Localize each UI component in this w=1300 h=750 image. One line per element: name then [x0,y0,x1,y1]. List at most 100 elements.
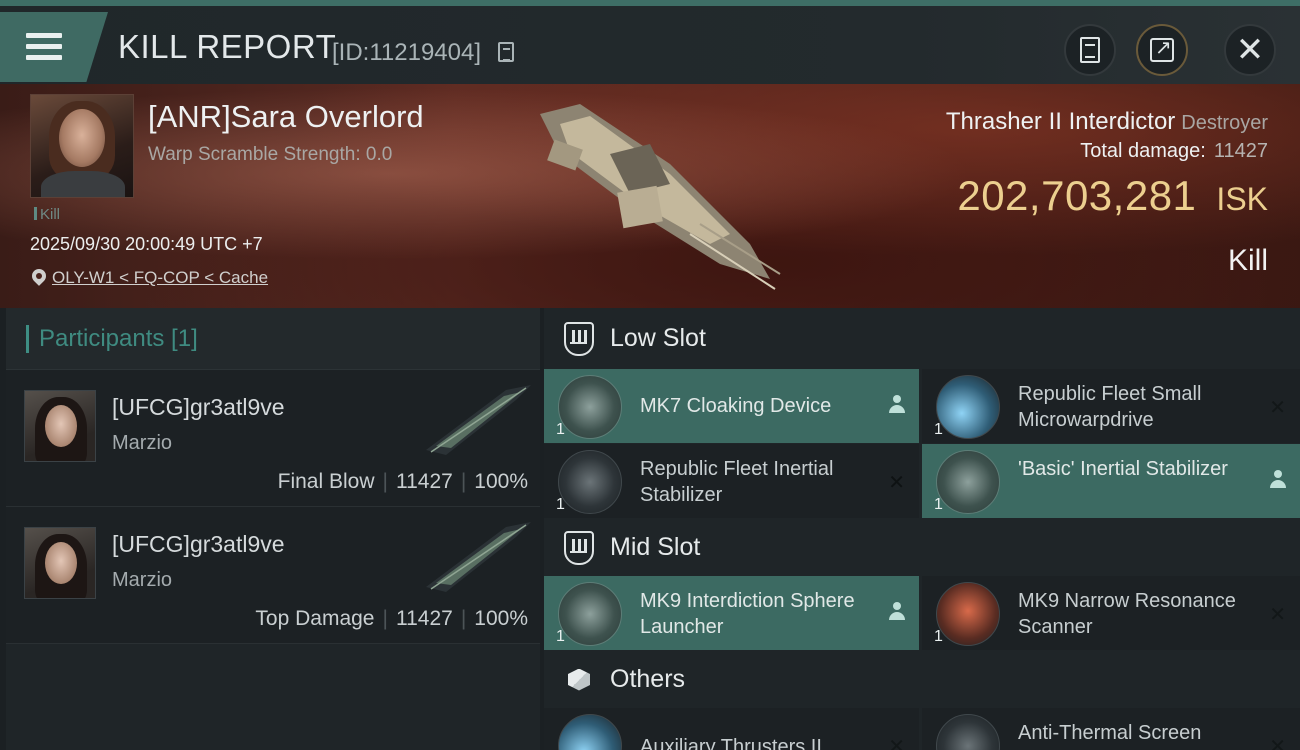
auxiliary-thrusters-icon [558,714,622,750]
participant-avatar[interactable] [24,390,96,462]
close-icon: ✕ [1235,31,1265,69]
module-quantity: 1 [934,421,943,438]
participant-damage: 11427 [395,607,453,630]
participants-header: Participants [1] [6,308,540,370]
cube-icon [564,665,594,695]
module-name: Auxiliary Thrusters II [640,736,822,750]
total-damage-value: 11427 [1213,140,1268,162]
warp-scramble-strength: Warp Scramble Strength: 0.0 [148,144,393,165]
clipboard-icon [1080,37,1100,63]
module-name: MK7 Cloaking Device [640,395,832,417]
destroyed-status: ✕ [888,734,905,750]
dropped-status [889,395,905,415]
share-icon [1150,35,1174,62]
module-item[interactable]: 1 'Basic' Inertial Stabilizer [922,444,1300,518]
participant-avatar[interactable] [24,527,96,599]
participant-card[interactable]: [UFCG]gr3atl9ve Marzio Final Blow | 11427 |… [6,370,540,507]
location-link[interactable]: OLY-W1 < FQ-COP < Cache [52,268,268,288]
report-id: [ID:11219404] [332,39,482,66]
others-title: Others [610,665,686,693]
participant-percent: 100% [474,607,528,630]
participant-card[interactable]: [UFCG]gr3atl9ve Marzio Top Damage | 11427 |… [6,507,540,644]
low-slot-header: Low Slot [544,308,1300,369]
clipboard-button[interactable] [1064,24,1116,76]
module-name: MK9 Interdiction Sphere Launcher [640,590,855,638]
victim-name[interactable]: [ANR]Sara Overlord [148,99,424,135]
module-name: Republic Fleet Inertial Stabilizer [640,458,834,506]
module-name: Republic Fleet Small Microwarpdrive [1018,383,1202,431]
module-quantity: 1 [556,628,565,645]
participant-name[interactable]: [UFCG]gr3atl9ve [112,394,285,421]
kill-timestamp: 2025/09/30 20:00:49 UTC +7 [30,234,263,254]
resonance-scanner-icon [936,582,1000,646]
participant-stats: Final Blow | 11427 | 100% [277,470,528,493]
dropped-status [1270,470,1286,490]
inertial-stabilizer-icon [558,450,622,514]
top-bar: KILL REPORT [ID:11219404] ✕ [0,0,1300,84]
module-item[interactable]: 1 Republic Fleet Inertial Stabilizer ✕ [544,444,919,518]
kill-banner: [ANR]Sara Overlord Warp Scramble Strengt… [0,84,1300,308]
total-damage: Total damage: 11427 [1080,140,1268,163]
ship-type[interactable]: Thrasher II Interdictor Destroyer [946,108,1268,136]
location-pin-icon [32,269,46,287]
module-item[interactable]: 1 MK7 Cloaking Device [544,369,919,443]
isk-unit: ISK [1216,181,1268,217]
participant-role: Top Damage [255,607,375,630]
fitting-panel: Low Slot 1 MK7 Cloaking Device 1 Republi… [544,308,1300,750]
module-item[interactable]: 1 Anti-Thermal Screen ✕ [922,708,1300,750]
destroyed-status: ✕ [888,470,905,495]
participant-ship-icon [426,385,531,455]
participant-name[interactable]: [UFCG]gr3atl9ve [112,531,285,558]
dropped-status [889,602,905,622]
module-item[interactable]: 1 MK9 Narrow Resonance Scanner ✕ [922,576,1300,650]
person-icon [889,395,905,415]
low-slot-title: Low Slot [610,324,706,352]
module-name: 'Basic' Inertial Stabilizer [1018,458,1228,480]
participants-panel: Participants [1] [UFCG]gr3atl9ve Marzio … [6,308,540,750]
low-slot-icon [564,321,594,356]
module-item[interactable]: 1 Auxiliary Thrusters II ✕ [544,708,919,750]
module-quantity: 1 [556,496,565,513]
module-item[interactable]: 1 Republic Fleet Small Microwarpdrive ✕ [922,369,1300,443]
menu-button[interactable] [0,12,108,82]
module-quantity: 1 [934,628,943,645]
menu-icon [26,33,62,61]
person-icon [889,602,905,622]
module-name: Anti-Thermal Screen [1018,722,1202,744]
participant-role: Final Blow [277,470,375,493]
mid-slot-header: Mid Slot [544,519,1300,576]
destroyed-x-icon: ✕ [888,472,905,494]
module-quantity: 1 [556,421,565,438]
destroyed-status: ✕ [1269,734,1286,750]
mid-slot-icon [564,530,594,565]
module-quantity: 1 [934,496,943,513]
others-header: Others [544,651,1300,708]
kill-location: OLY-W1 < FQ-COP < Cache [32,268,268,288]
ship-class: Destroyer [1181,112,1268,134]
module-name: MK9 Narrow Resonance Scanner [1018,590,1236,638]
microwarpdrive-icon [936,375,1000,439]
inertial-stabilizer-icon [936,450,1000,514]
mid-slot-title: Mid Slot [610,533,701,561]
cloaking-device-icon [558,375,622,439]
close-button[interactable]: ✕ [1224,24,1276,76]
destroyed-x-icon: ✕ [1269,397,1286,419]
ship-render [540,104,781,290]
person-icon [1270,470,1286,490]
isk-value: 202,703,281 [957,172,1197,219]
copy-icon[interactable] [498,42,514,62]
share-button[interactable] [1136,24,1188,76]
kill-tag: Kill [34,206,60,223]
destroyed-x-icon: ✕ [1269,736,1286,750]
result-label: Kill [1227,244,1268,277]
participant-stats: Top Damage | 11427 | 100% [255,607,528,630]
total-damage-label: Total damage: [1080,140,1206,162]
participant-corp: Marzio [112,569,173,591]
victim-portrait[interactable] [30,94,134,198]
participant-corp: Marzio [112,432,173,454]
destroyed-status: ✕ [1269,602,1286,627]
isk-value-line: 202,703,281 ISK [957,172,1268,220]
module-item[interactable]: 1 MK9 Interdiction Sphere Launcher [544,576,919,650]
participant-ship-icon [426,522,531,592]
destroyed-x-icon: ✕ [1269,604,1286,626]
